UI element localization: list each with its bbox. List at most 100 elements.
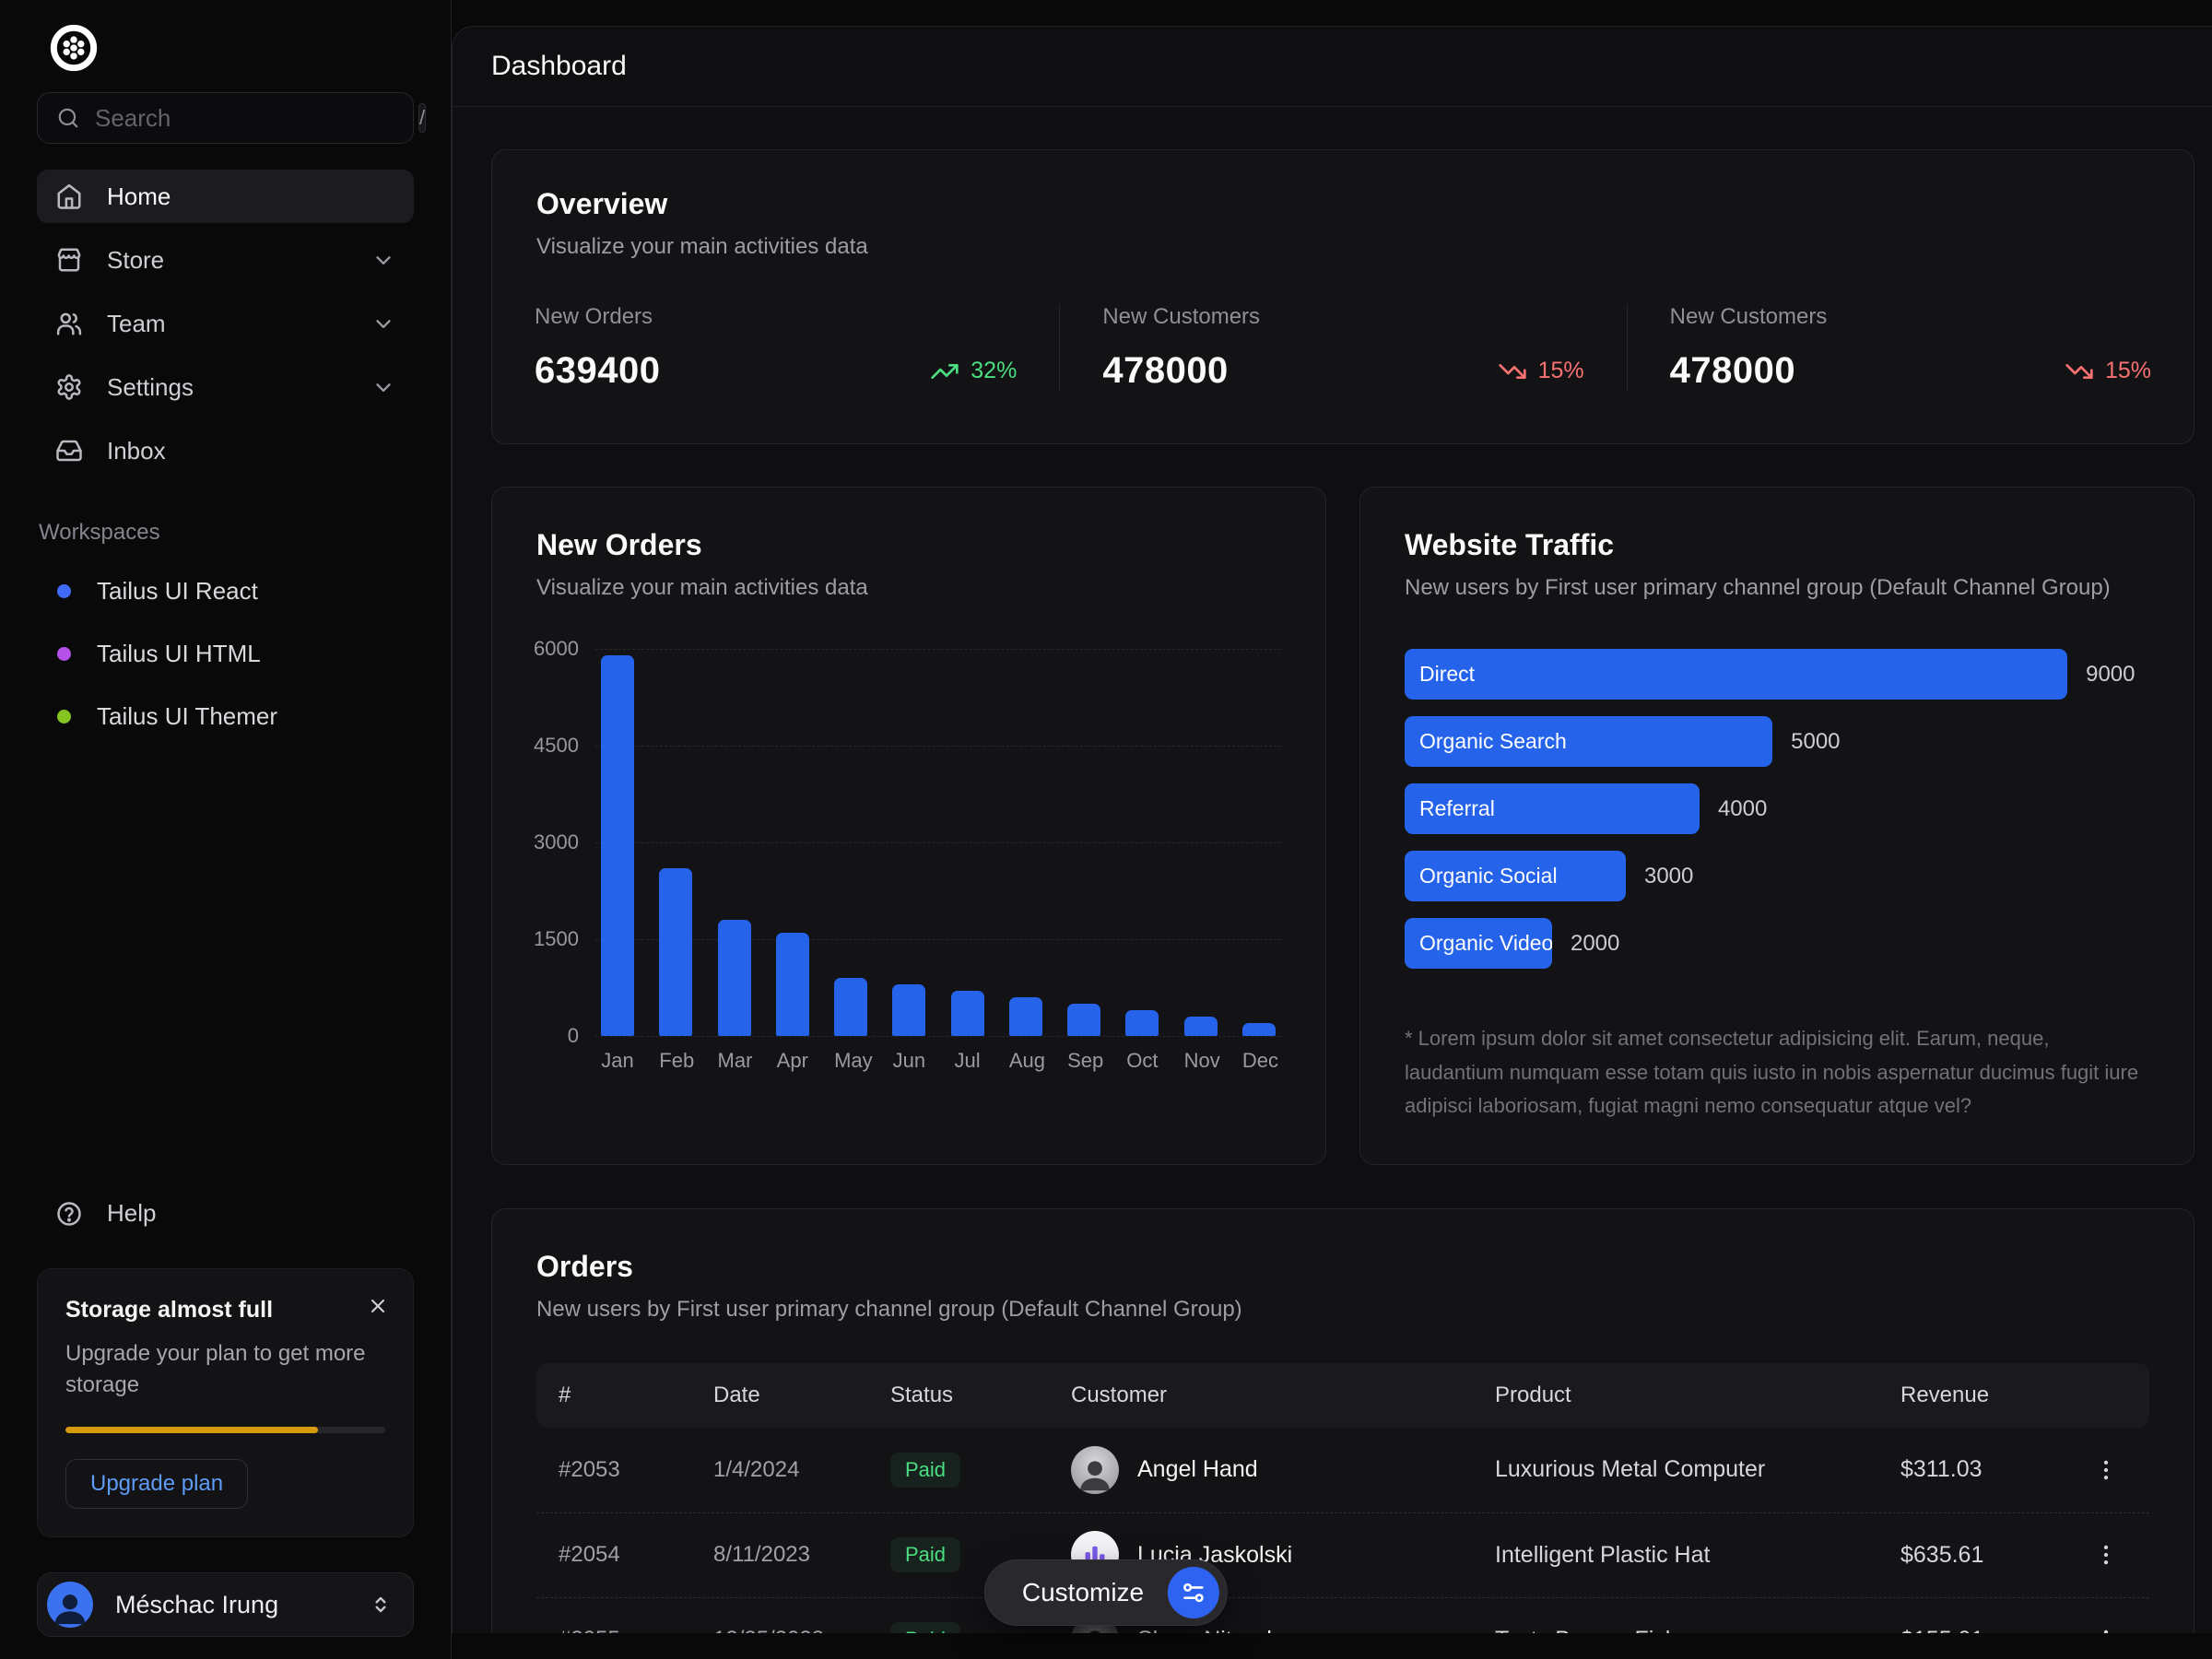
overview-stats: New Orders63940032%New Customers47800015… — [492, 304, 2194, 392]
sidebar-item-store[interactable]: Store — [37, 233, 414, 287]
sidebar: / HomeStoreTeamSettingsInbox Workspaces … — [0, 0, 452, 1659]
page-title: Dashboard — [491, 51, 627, 82]
traffic-bar-chart: Direct 9000 Organic Search 5000 Referral 4000… — [1405, 649, 2149, 969]
workspaces-label: Workspaces — [37, 520, 414, 546]
order-id: #2053 — [559, 1457, 713, 1483]
upgrade-plan-button[interactable]: Upgrade plan — [65, 1459, 248, 1509]
orders-table: #DateStatusCustomerProductRevenue #20531… — [536, 1363, 2149, 1633]
column-header-revenue: Revenue — [1900, 1382, 2085, 1408]
app-logo-icon — [50, 24, 98, 72]
sidebar-item-settings[interactable]: Settings — [37, 360, 414, 414]
traffic-row-direct: Direct 9000 — [1405, 649, 2149, 700]
x-tick-label: Dec — [1242, 1049, 1276, 1073]
workspace-dot-icon — [57, 584, 71, 598]
traffic-row-organic-video: Organic Video 2000 — [1405, 918, 2149, 969]
revenue-value: $155.01 — [1900, 1627, 2085, 1633]
traffic-bar-value: 9000 — [2086, 662, 2135, 688]
orders-title: Orders — [536, 1250, 2149, 1284]
overview-title: Overview — [536, 187, 2149, 221]
user-account-switcher[interactable]: Méschac Irung — [37, 1572, 414, 1637]
product-name: Luxurious Metal Computer — [1495, 1456, 1900, 1483]
sidebar-item-label: Team — [107, 310, 166, 338]
close-icon[interactable] — [367, 1295, 389, 1317]
customize-button[interactable]: Customize — [984, 1559, 1228, 1626]
chevron-down-icon — [371, 375, 395, 399]
overview-subtitle: Visualize your main activities data — [536, 234, 2149, 260]
x-tick-label: Jun — [892, 1049, 925, 1073]
user-avatar — [47, 1582, 93, 1628]
row-menu-button[interactable] — [2085, 1618, 2127, 1633]
traffic-bar-value: 2000 — [1571, 931, 1619, 957]
sidebar-nav: Home Store Team Settings Inbox — [37, 170, 414, 477]
traffic-bar-value: 3000 — [1644, 864, 1693, 889]
traffic-bar-label: Referral — [1419, 796, 1495, 821]
more-vertical-icon — [2092, 1626, 2120, 1633]
y-tick-label: 6000 — [534, 637, 579, 661]
search-icon — [56, 106, 80, 130]
traffic-bar-value: 4000 — [1718, 796, 1767, 822]
chevron-down-icon — [371, 248, 395, 272]
sidebar-item-home[interactable]: Home — [37, 170, 414, 223]
bar-jun — [892, 984, 925, 1036]
sidebar-item-label: Settings — [107, 373, 194, 402]
traffic-row-organic-search: Organic Search 5000 — [1405, 716, 2149, 767]
x-axis: JanFebMarAprMayJunJulAugSepOctNovDec — [595, 1049, 1281, 1073]
sliders-icon — [1168, 1567, 1219, 1618]
order-date: 12/25/2023 — [713, 1627, 890, 1633]
topbar: Dashboard — [453, 27, 2212, 107]
x-tick-label: Nov — [1184, 1049, 1218, 1073]
y-tick-label: 0 — [568, 1024, 579, 1048]
traffic-row-referral: Referral 4000 — [1405, 783, 2149, 834]
row-menu-button[interactable] — [2085, 1534, 2127, 1576]
traffic-bar: Referral — [1405, 783, 1700, 834]
sidebar-item-label: Store — [107, 246, 164, 275]
traffic-bar: Organic Search — [1405, 716, 1772, 767]
workspace-label: Tailus UI Themer — [97, 702, 277, 731]
traffic-bar-label: Organic Video — [1419, 931, 1552, 956]
traffic-bar-value: 5000 — [1791, 729, 1840, 755]
revenue-value: $635.61 — [1900, 1542, 2085, 1569]
new-orders-title: New Orders — [536, 528, 1281, 562]
x-tick-label: Jul — [951, 1049, 984, 1073]
y-axis: 60004500300015000 — [536, 649, 595, 1036]
customer-avatar — [1071, 1446, 1119, 1494]
x-tick-label: May — [834, 1049, 867, 1073]
column-header-date: Date — [713, 1382, 890, 1408]
sidebar-item-help[interactable]: Help — [37, 1187, 414, 1241]
status-badge: Paid — [890, 1622, 960, 1633]
store-icon — [55, 246, 83, 274]
stat-new-customers: New Customers47800015% — [1627, 304, 2194, 392]
x-tick-label: Sep — [1067, 1049, 1100, 1073]
search-box[interactable]: / — [37, 92, 414, 144]
workspaces-list: Tailus UI React Tailus UI HTML Tailus UI T… — [37, 564, 414, 743]
workspace-item-tailus-ui-react[interactable]: Tailus UI React — [37, 564, 414, 618]
revenue-value: $311.03 — [1900, 1456, 2085, 1483]
traffic-footnote: * Lorem ipsum dolor sit amet consectetur… — [1405, 1022, 2149, 1124]
product-name: Tasty Bronze Fish — [1495, 1627, 1900, 1633]
bar-sep — [1067, 1004, 1100, 1036]
traffic-bar: Organic Video — [1405, 918, 1552, 969]
order-id: #2054 — [559, 1542, 713, 1568]
orders-table-body: #20531/4/2024PaidAngel HandLuxurious Met… — [536, 1428, 2149, 1633]
search-input[interactable] — [95, 104, 404, 133]
column-header-customer: Customer — [1071, 1382, 1495, 1408]
workspace-label: Tailus UI React — [97, 577, 258, 606]
main-area: Dashboard Overview Visualize your main a… — [452, 0, 2212, 1659]
bar-jul — [951, 991, 984, 1036]
inbox-icon — [55, 437, 83, 465]
chart-plot — [595, 649, 1281, 1036]
workspace-item-tailus-ui-html[interactable]: Tailus UI HTML — [37, 627, 414, 680]
order-date: 1/4/2024 — [713, 1457, 890, 1483]
new-orders-bar-chart: 60004500300015000 — [536, 649, 1281, 1036]
users-icon — [55, 310, 83, 337]
sidebar-item-inbox[interactable]: Inbox — [37, 424, 414, 477]
overview-card: Overview Visualize your main activities … — [491, 149, 2194, 444]
sidebar-item-team[interactable]: Team — [37, 297, 414, 350]
workspace-item-tailus-ui-themer[interactable]: Tailus UI Themer — [37, 689, 414, 743]
y-tick-label: 3000 — [534, 830, 579, 854]
traffic-bar: Organic Social — [1405, 851, 1626, 901]
row-menu-button[interactable] — [2085, 1449, 2127, 1491]
traffic-bar-label: Direct — [1419, 662, 1475, 687]
sidebar-item-label: Home — [107, 182, 171, 211]
column-header-status: Status — [890, 1382, 1071, 1408]
